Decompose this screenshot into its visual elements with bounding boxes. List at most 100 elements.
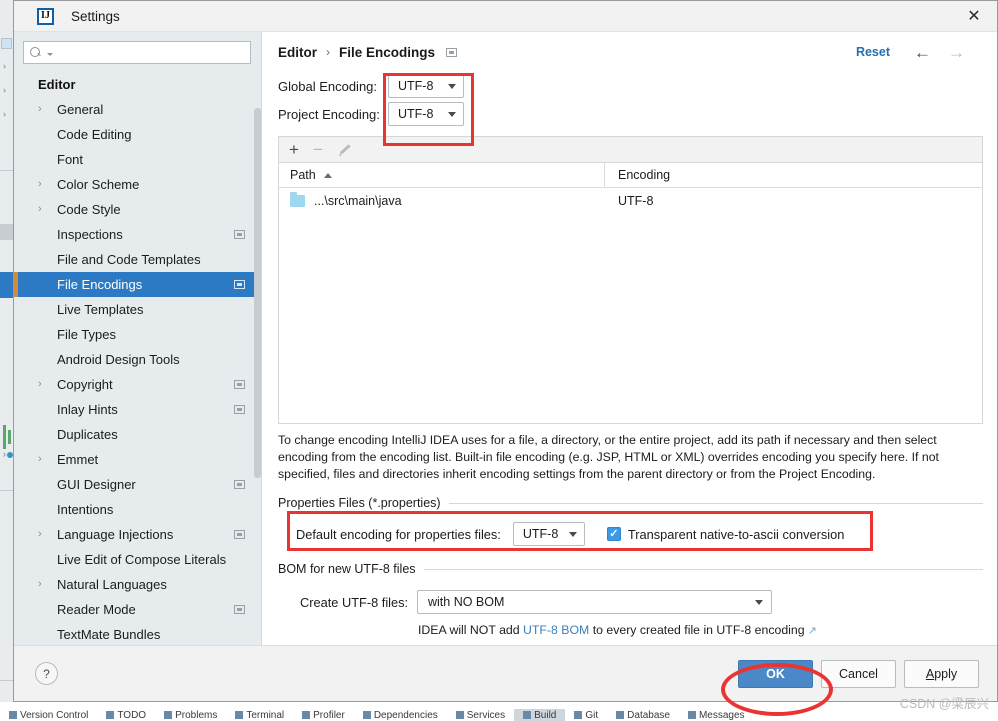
- sidebar-item-general[interactable]: › General: [14, 97, 261, 122]
- chevron-right-icon[interactable]: ›: [38, 204, 50, 215]
- chevron-right-icon[interactable]: ›: [38, 379, 50, 390]
- edit-pencil-icon[interactable]: [337, 142, 352, 157]
- close-icon[interactable]: ✕: [951, 1, 997, 31]
- project-scope-icon: [446, 47, 458, 57]
- sidebar-item-label: File Types: [57, 327, 117, 342]
- nav-forward-icon[interactable]: →: [948, 44, 965, 61]
- breadcrumb-separator: ›: [326, 45, 330, 59]
- encodings-table[interactable]: Path Encoding ...\src\main\java UTF-8: [278, 162, 983, 424]
- sidebar-item-intentions[interactable]: Intentions: [14, 497, 261, 522]
- taskbar-item-dependencies[interactable]: Dependencies: [354, 709, 447, 721]
- sidebar-item-duplicates[interactable]: Duplicates: [14, 422, 261, 447]
- sidebar-item-label: Inspections: [57, 227, 123, 242]
- title-bar: IJ Settings ✕: [14, 1, 997, 32]
- sidebar-item-code-editing[interactable]: Code Editing: [14, 122, 261, 147]
- taskbar-item-services[interactable]: Services: [447, 709, 514, 721]
- bottom-taskbar[interactable]: Version Control TODO Problems Terminal Profi…: [0, 702, 998, 721]
- taskbar-item-version-control[interactable]: Version Control: [0, 709, 97, 721]
- table-cell-encoding[interactable]: UTF-8: [604, 194, 653, 208]
- chevron-down-icon: [448, 111, 456, 117]
- global-encoding-row: Global Encoding: UTF-8: [278, 72, 983, 100]
- transparent-native-to-ascii-checkbox[interactable]: [606, 527, 621, 541]
- sidebar-item-file-and-code-templates[interactable]: File and Code Templates: [14, 247, 261, 272]
- help-button[interactable]: ?: [35, 662, 58, 685]
- tree-item-list[interactable]: › General Code Editing Font › Color Scheme › Co…: [14, 97, 261, 645]
- chevron-right-icon[interactable]: ›: [38, 104, 50, 115]
- taskbar-item-messages[interactable]: Messages: [679, 709, 754, 721]
- search-field[interactable]: [23, 41, 251, 64]
- taskbar-item-terminal[interactable]: Terminal: [226, 709, 293, 721]
- selection-edge-marker: [14, 272, 18, 297]
- column-header-path[interactable]: Path: [279, 168, 604, 182]
- taskbar-item-label: Dependencies: [373, 709, 438, 721]
- chevron-right-icon[interactable]: ›: [38, 579, 50, 590]
- breadcrumb: Editor › File Encodings Reset ← →: [278, 32, 983, 72]
- sidebar-item-color-scheme[interactable]: › Color Scheme: [14, 172, 261, 197]
- sidebar-item-reader-mode[interactable]: Reader Mode: [14, 597, 261, 622]
- sidebar-item-natural-languages[interactable]: › Natural Languages: [14, 572, 261, 597]
- create-utf8-files-select[interactable]: with NO BOM: [417, 590, 772, 614]
- taskbar-item-label: Services: [466, 709, 506, 721]
- taskbar-item-icon: [9, 711, 17, 719]
- column-header-encoding[interactable]: Encoding: [604, 163, 982, 187]
- settings-tree[interactable]: Editor › General Code Editing Font › Color Sc…: [14, 70, 261, 645]
- table-body[interactable]: ...\src\main\java UTF-8: [279, 188, 982, 213]
- search-container: [14, 32, 261, 70]
- taskbar-item-todo[interactable]: TODO: [97, 709, 155, 721]
- project-encoding-select[interactable]: UTF-8: [388, 102, 464, 126]
- taskbar-item-profiler[interactable]: Profiler: [293, 709, 354, 721]
- bg-chevron-icon: ›: [3, 61, 6, 71]
- bom-note-link[interactable]: UTF-8 BOM: [523, 623, 589, 637]
- global-encoding-label: Global Encoding:: [278, 78, 378, 94]
- sidebar-item-textmate-bundles[interactable]: TextMate Bundles: [14, 622, 261, 645]
- sidebar-item-inspections[interactable]: Inspections: [14, 222, 261, 247]
- sidebar-item-live-templates[interactable]: Live Templates: [14, 297, 261, 322]
- search-input[interactable]: [53, 44, 250, 61]
- sidebar-item-gui-designer[interactable]: GUI Designer: [14, 472, 261, 497]
- table-toolbar: + −: [278, 136, 983, 162]
- remove-path-button[interactable]: −: [313, 141, 323, 158]
- add-path-button[interactable]: +: [289, 141, 299, 158]
- sidebar-item-label: Code Editing: [57, 127, 132, 142]
- sidebar-item-font[interactable]: Font: [14, 147, 261, 172]
- sidebar-item-copyright[interactable]: › Copyright: [14, 372, 261, 397]
- window-title: Settings: [71, 8, 120, 24]
- taskbar-item-problems[interactable]: Problems: [155, 709, 226, 721]
- ok-button[interactable]: OK: [738, 659, 813, 688]
- bg-green-marker: [3, 425, 6, 449]
- taskbar-item-icon: [362, 711, 371, 719]
- default-properties-encoding-label: Default encoding for properties files:: [296, 526, 501, 542]
- bom-section-title: BOM for new UTF-8 files: [278, 562, 416, 576]
- sidebar-item-file-encodings[interactable]: File Encodings: [14, 272, 261, 297]
- sidebar-scrollbar-thumb[interactable]: [254, 108, 261, 478]
- chevron-right-icon[interactable]: ›: [38, 454, 50, 465]
- cancel-button[interactable]: Cancel: [821, 659, 896, 688]
- nav-back-icon[interactable]: ←: [914, 44, 931, 61]
- bg-divider: [0, 170, 14, 171]
- sidebar-item-language-injections[interactable]: › Language Injections: [14, 522, 261, 547]
- taskbar-item-git[interactable]: Git: [565, 709, 607, 721]
- sidebar-item-label: Code Style: [57, 202, 121, 217]
- sidebar-item-android-design-tools[interactable]: Android Design Tools: [14, 347, 261, 372]
- chevron-right-icon[interactable]: ›: [38, 529, 50, 540]
- taskbar-item-build[interactable]: Build: [514, 709, 566, 721]
- default-properties-encoding-select[interactable]: UTF-8: [512, 522, 585, 546]
- sidebar-item-live-edit-of-compose-literals[interactable]: Live Edit of Compose Literals: [14, 547, 261, 572]
- section-divider: [423, 568, 983, 570]
- breadcrumb-parent[interactable]: Editor: [278, 45, 317, 60]
- chevron-right-icon[interactable]: ›: [38, 179, 50, 190]
- sidebar-item-code-style[interactable]: › Code Style: [14, 197, 261, 222]
- transparent-native-to-ascii-label[interactable]: Transparent native-to-ascii conversion: [628, 527, 844, 542]
- reset-link[interactable]: Reset: [856, 45, 890, 59]
- sidebar-item-file-types[interactable]: File Types: [14, 322, 261, 347]
- global-encoding-select[interactable]: UTF-8: [388, 74, 464, 98]
- table-row[interactable]: ...\src\main\java UTF-8: [279, 188, 982, 213]
- taskbar-item-database[interactable]: Database: [607, 709, 679, 721]
- sidebar-item-inlay-hints[interactable]: Inlay Hints: [14, 397, 261, 422]
- bom-section-header: BOM for new UTF-8 files: [278, 562, 983, 576]
- table-cell-path-text: ...\src\main\java: [314, 193, 402, 208]
- apply-button[interactable]: Apply: [904, 659, 979, 688]
- sidebar-item-emmet[interactable]: › Emmet: [14, 447, 261, 472]
- apply-rest: pply: [934, 666, 958, 681]
- external-link-icon[interactable]: ↗: [808, 625, 817, 637]
